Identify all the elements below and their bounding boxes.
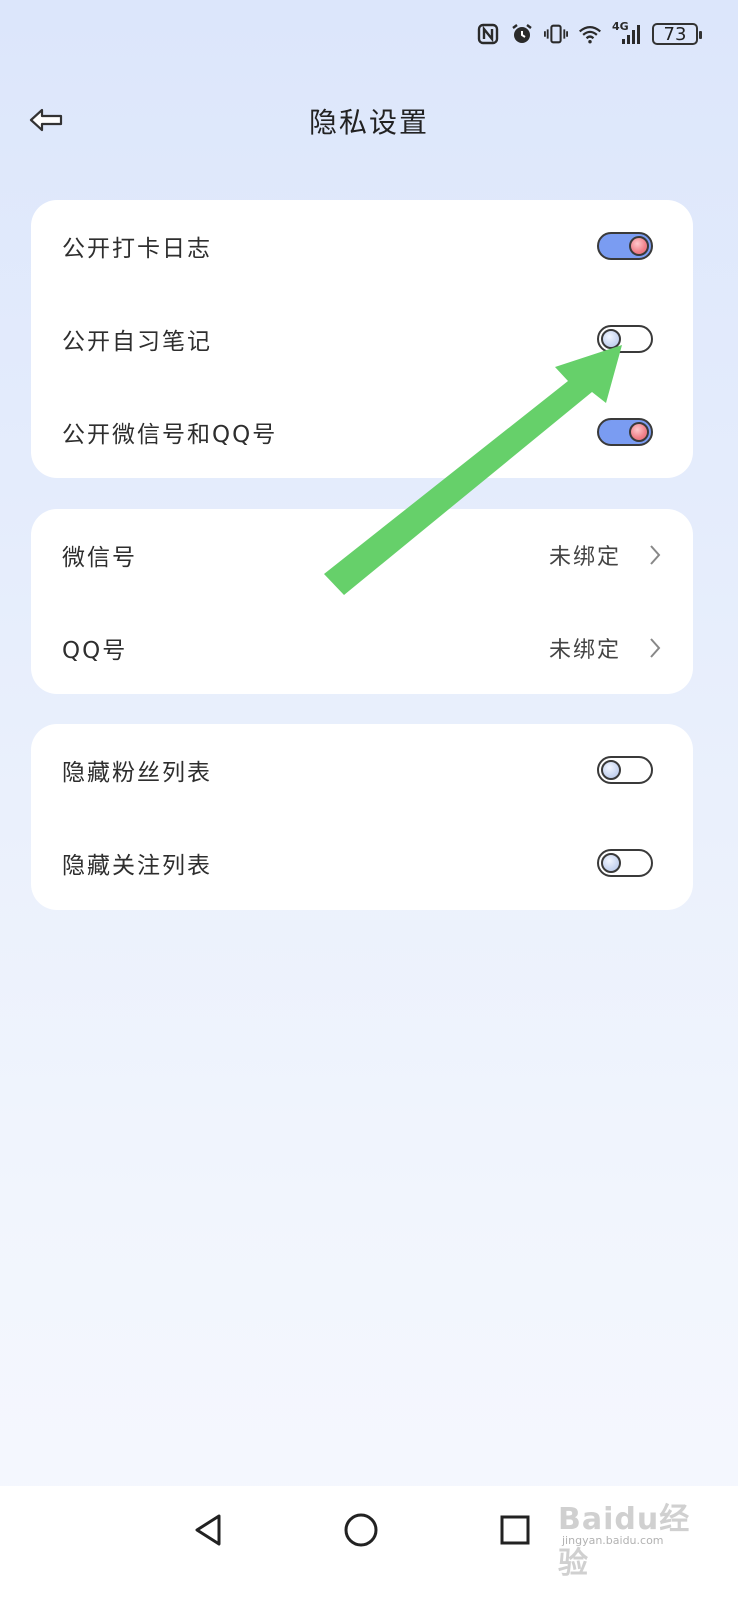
account-label: 微信号 <box>62 545 137 571</box>
setting-label: 隐藏关注列表 <box>62 853 212 879</box>
setting-label: 隐藏粉丝列表 <box>62 760 212 786</box>
toggle-knob <box>629 422 649 442</box>
home-circle-icon <box>344 1513 378 1547</box>
public-settings-card: 公开打卡日志 公开自习笔记 公开微信号和QQ号 <box>31 200 693 478</box>
setting-row-hide-following[interactable]: 隐藏关注列表 <box>31 817 693 909</box>
account-bind-status: 未绑定 <box>548 545 621 570</box>
toggle-knob <box>601 853 621 873</box>
nav-back-button[interactable] <box>184 1506 232 1554</box>
setting-row-public-checkin-log[interactable]: 公开打卡日志 <box>31 200 693 292</box>
hide-following-toggle[interactable] <box>597 849 653 877</box>
network-label: 4G <box>612 20 629 33</box>
toggle-knob <box>601 329 621 349</box>
header: 隐私设置 <box>0 95 738 145</box>
nfc-icon <box>476 22 500 46</box>
public-checkin-log-toggle[interactable] <box>597 232 653 260</box>
hidden-lists-card: 隐藏粉丝列表 隐藏关注列表 <box>31 724 693 910</box>
baidu-watermark: Baidu经验 jingyan.baidu.com <box>558 1494 698 1581</box>
page-title: 隐私设置 <box>308 106 429 139</box>
account-bind-status: 未绑定 <box>548 638 621 663</box>
setting-row-public-study-notes[interactable]: 公开自习笔记 <box>31 293 693 385</box>
hide-followers-toggle[interactable] <box>597 756 653 784</box>
battery-indicator: 73 <box>652 23 702 45</box>
toggle-knob <box>601 760 621 780</box>
setting-row-hide-followers[interactable]: 隐藏粉丝列表 <box>31 724 693 816</box>
setting-label: 公开打卡日志 <box>62 236 212 262</box>
account-label: QQ号 <box>62 638 128 664</box>
chevron-right-icon <box>647 543 663 567</box>
vibrate-icon <box>544 22 568 46</box>
alarm-icon <box>510 22 534 46</box>
nav-recent-button[interactable] <box>491 1506 539 1554</box>
accounts-card: 微信号 未绑定 QQ号 未绑定 <box>31 509 693 694</box>
wifi-icon <box>578 22 602 46</box>
public-wechat-qq-toggle[interactable] <box>597 418 653 446</box>
recent-square-icon <box>500 1515 530 1545</box>
setting-row-public-wechat-qq[interactable]: 公开微信号和QQ号 <box>31 386 693 478</box>
back-triangle-icon <box>195 1514 221 1546</box>
nav-home-button[interactable] <box>337 1506 385 1554</box>
status-bar: 4G 73 <box>476 16 702 52</box>
public-study-notes-toggle[interactable] <box>597 325 653 353</box>
setting-label: 公开自习笔记 <box>62 329 212 355</box>
account-row-wechat[interactable]: 微信号 未绑定 <box>31 509 693 601</box>
signal-4g-icon: 4G <box>612 20 642 46</box>
toggle-knob <box>629 236 649 256</box>
chevron-right-icon <box>647 636 663 660</box>
setting-label: 公开微信号和QQ号 <box>62 422 278 448</box>
watermark-url: jingyan.baidu.com <box>562 1534 664 1547</box>
account-row-qq[interactable]: QQ号 未绑定 <box>31 602 693 694</box>
